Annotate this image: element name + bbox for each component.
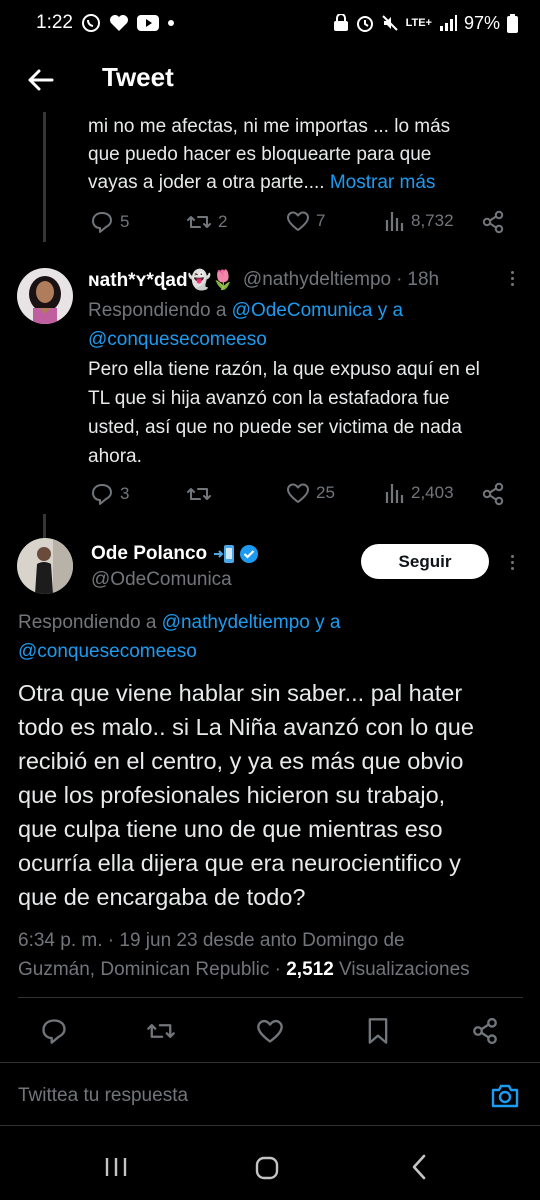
share-icon (473, 1017, 497, 1045)
retweet-button[interactable] (186, 482, 218, 506)
replying-to: Respondiendo a @OdeComunica y a @conques… (88, 296, 528, 354)
heart-icon (257, 1019, 283, 1043)
like-button[interactable]: 7 (286, 210, 325, 232)
more-options-button[interactable] (500, 266, 524, 290)
signal-icon (439, 15, 457, 31)
bookmark-button[interactable] (366, 1017, 390, 1045)
avatar-nathydeltiempo[interactable] (17, 268, 73, 324)
network-type: LTE+ (405, 17, 432, 29)
tweet-1[interactable]: mi no me afectas, ni me importas ... lo … (88, 113, 528, 197)
recent-apps-button[interactable] (104, 1156, 128, 1183)
tweet-metadata: 6:34 p. m. · 19 jun 23 desde anto Doming… (18, 930, 470, 980)
status-time: 1:22 (36, 12, 73, 33)
thread-line (43, 112, 46, 242)
divider (18, 997, 523, 998)
mention-link[interactable]: @conquesecomeeso (18, 637, 518, 666)
reply-button[interactable] (40, 1017, 68, 1045)
user-handle[interactable]: @nathydeltiempo (243, 269, 391, 291)
share-icon (482, 210, 504, 234)
share-button[interactable] (472, 1017, 498, 1045)
reply-bar: Twittea tu respuesta (0, 1062, 540, 1126)
views-button[interactable]: 8,732 (385, 210, 454, 232)
app-header: Tweet (0, 48, 540, 112)
heart-icon (287, 211, 309, 231)
show-more-link[interactable]: Mostrar más (330, 172, 436, 193)
follow-button[interactable]: Seguir (361, 544, 489, 579)
mention-link[interactable]: @nathydeltiempo y a (162, 612, 341, 633)
battery-level: 97% (463, 12, 500, 33)
battery-icon (507, 13, 518, 33)
camera-icon (491, 1084, 519, 1108)
like-button[interactable] (256, 1018, 284, 1044)
page-title: Tweet (102, 62, 174, 92)
lock-icon (333, 14, 349, 32)
bar-chart-icon (385, 484, 404, 503)
back-button[interactable] (24, 64, 56, 96)
views-count: 2,512 (286, 959, 334, 980)
main-tweet-text: Otra que viene hablar sin saber... pal h… (18, 680, 474, 910)
reply-icon (92, 212, 112, 233)
home-button[interactable] (255, 1156, 279, 1185)
like-button[interactable]: 25 (286, 482, 335, 504)
reply-icon (42, 1019, 66, 1044)
views-button[interactable]: 2,403 (385, 482, 454, 504)
tweet-1-text: mi no me afectas, ni me importas ... lo … (88, 116, 451, 193)
tweet-2-text: Pero ella tiene razón, la que expuso aqu… (88, 359, 480, 467)
display-name[interactable]: ɴath*ʏ*ɖad👻🌷 (88, 268, 235, 292)
reply-input[interactable]: Twittea tu respuesta (18, 1085, 188, 1107)
chevron-left-icon (412, 1154, 426, 1180)
mobile-phone-icon (213, 544, 235, 564)
retweet-button[interactable]: 2 (186, 210, 227, 234)
heart-icon (287, 483, 309, 503)
timestamp: 18h (407, 269, 440, 290)
whatsapp-icon (81, 13, 101, 33)
mention-link[interactable]: @OdeComunica y a (232, 300, 403, 321)
mute-icon (381, 14, 399, 32)
replying-to: Respondiendo a @nathydeltiempo y a @conq… (18, 608, 518, 666)
reply-button[interactable]: 3 (90, 482, 129, 506)
main-tweet-author: Ode Polanco (91, 543, 259, 565)
retweet-icon (187, 488, 211, 500)
retweet-button[interactable] (146, 1017, 176, 1045)
home-icon (255, 1156, 279, 1180)
camera-button[interactable] (490, 1083, 520, 1114)
share-button[interactable] (482, 210, 504, 234)
retweet-icon (147, 1024, 175, 1038)
user-handle[interactable]: @OdeComunica (91, 569, 232, 591)
avatar-odecomunica[interactable] (17, 538, 73, 594)
share-icon (482, 482, 504, 506)
reply-button[interactable]: 5 (90, 210, 129, 234)
verified-badge-icon (239, 544, 259, 564)
system-nav-bar (0, 1128, 540, 1200)
thread-line (43, 514, 46, 538)
reply-icon (92, 484, 112, 505)
bookmark-icon (368, 1018, 388, 1044)
status-bar: 1:22 LTE+ 97% (0, 0, 540, 46)
back-nav-button[interactable] (410, 1154, 428, 1185)
bar-chart-icon (385, 212, 404, 231)
retweet-icon (187, 216, 211, 228)
tweet-2-header: ɴath*ʏ*ɖad👻🌷 @nathydeltiempo · 18h (88, 268, 488, 292)
arrow-left-icon (28, 69, 54, 91)
separator: · (396, 269, 403, 290)
mention-link[interactable]: @conquesecomeeso (88, 325, 528, 354)
display-name[interactable]: Ode Polanco (91, 543, 207, 565)
recent-apps-icon (105, 1158, 127, 1176)
more-options-button[interactable] (500, 550, 524, 574)
youtube-icon (136, 15, 159, 31)
heart-notification-icon (109, 14, 129, 32)
share-button[interactable] (482, 482, 504, 506)
alarm-icon (356, 14, 374, 32)
dot-icon (167, 19, 175, 27)
